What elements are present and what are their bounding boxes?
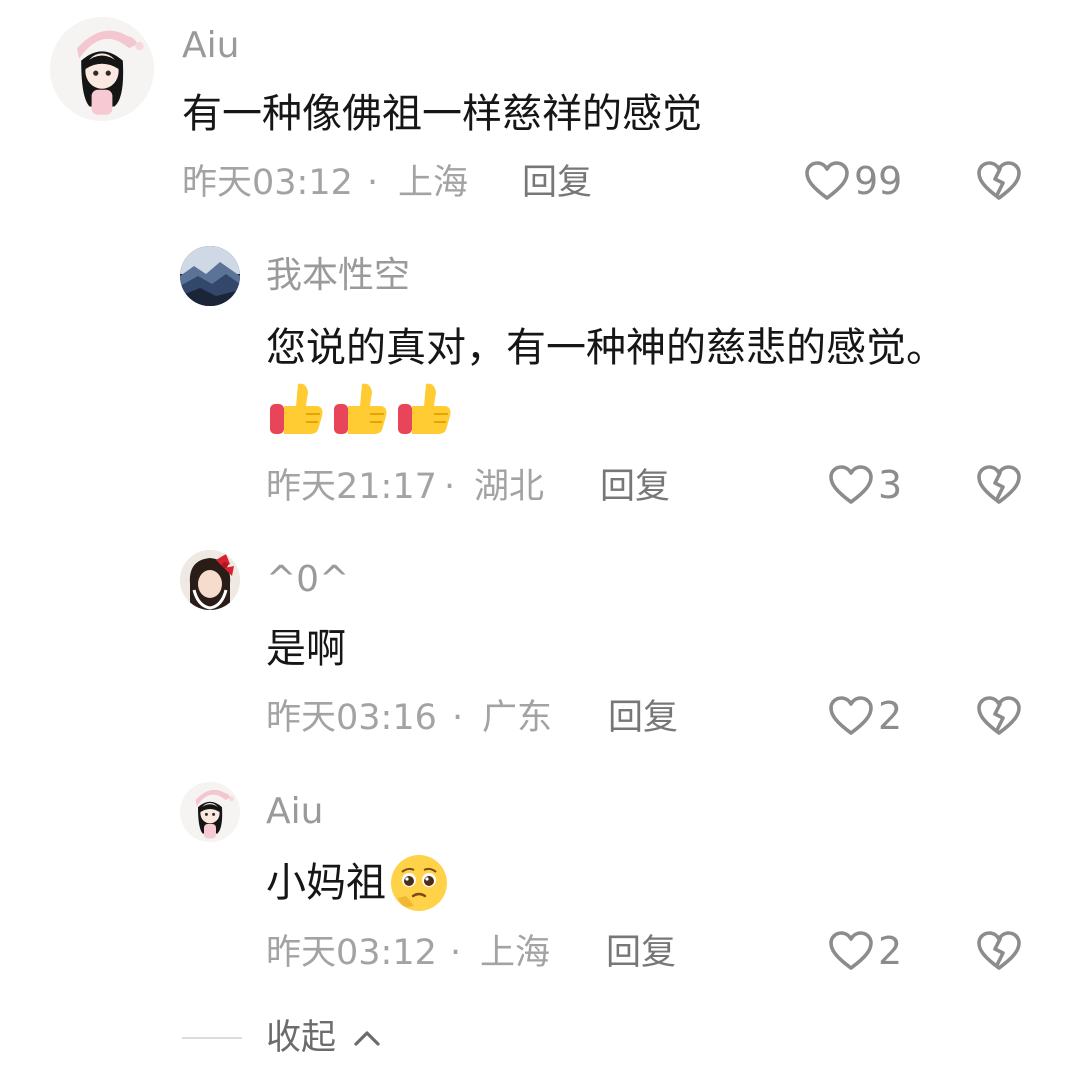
meta-separator: · — [452, 698, 464, 738]
dislike-button[interactable] — [976, 464, 1022, 506]
avatar-girl-pink-hat-icon — [50, 17, 154, 121]
thumbs-up-emoji-icon — [266, 378, 326, 440]
like-button[interactable]: 2 — [828, 930, 902, 972]
reply-button[interactable]: 回复 — [522, 163, 592, 203]
dislike-button[interactable] — [976, 930, 1022, 972]
dislike-button[interactable] — [976, 160, 1022, 202]
like-count: 2 — [878, 929, 903, 973]
avatar[interactable] — [180, 246, 240, 306]
comment-time: 昨天03:12 — [266, 933, 437, 973]
pleading-face-emoji-icon — [388, 852, 450, 914]
reply-button[interactable]: 回复 — [600, 467, 670, 507]
comment-text: 有一种像佛祖一样慈祥的感觉 — [182, 91, 702, 137]
comment-location: 上海 — [480, 933, 551, 973]
comment-time: 昨天03:12 — [182, 163, 353, 203]
avatar[interactable] — [50, 17, 154, 121]
comment-username[interactable]: Aiu — [182, 26, 239, 66]
like-count: 99 — [854, 159, 903, 203]
heart-outline-icon — [829, 931, 873, 970]
like-button[interactable]: 2 — [828, 695, 902, 737]
thumbs-up-emoji-icon — [394, 378, 454, 440]
thumbs-up-emoji-icon — [330, 378, 390, 440]
broken-heart-icon — [977, 465, 1021, 504]
comment-username[interactable]: ^0^ — [266, 560, 349, 600]
emoji-thumbs-up-row — [266, 378, 454, 440]
like-button[interactable]: 99 — [804, 160, 902, 202]
reply-button[interactable]: 回复 — [606, 933, 676, 973]
like-count: 2 — [878, 694, 903, 738]
collapse-divider — [182, 1037, 242, 1039]
comment-location: 广东 — [482, 698, 553, 738]
dislike-button[interactable] — [976, 695, 1022, 737]
avatar-girl-pink-hat-icon — [180, 782, 240, 842]
heart-outline-icon — [829, 696, 873, 735]
comment-text: 小妈祖 — [266, 860, 386, 906]
avatar-girl-red-bow-icon — [180, 550, 240, 610]
comment-time: 昨天03:16 — [266, 698, 437, 738]
like-count: 3 — [878, 463, 903, 507]
reply-button[interactable]: 回复 — [608, 698, 678, 738]
heart-outline-icon — [805, 161, 849, 200]
comment-text: 是啊 — [266, 626, 346, 672]
meta-separator: · — [444, 467, 456, 507]
heart-outline-icon — [829, 465, 873, 504]
comment-time: 昨天21:17 — [266, 467, 437, 507]
comment-text-row: 小妈祖 — [266, 852, 450, 914]
avatar-mountain-landscape-icon — [180, 246, 240, 306]
like-button[interactable]: 3 — [828, 464, 902, 506]
comment-location: 上海 — [398, 163, 469, 203]
collapse-replies-button[interactable]: 收起 — [266, 1018, 336, 1058]
comment-text: 您说的真对，有一种神的慈悲的感觉。 — [266, 325, 946, 371]
comment-username[interactable]: Aiu — [266, 792, 323, 832]
broken-heart-icon — [977, 161, 1021, 200]
broken-heart-icon — [977, 696, 1021, 735]
avatar[interactable] — [180, 550, 240, 610]
broken-heart-icon — [977, 931, 1021, 970]
meta-separator: · — [367, 163, 379, 203]
comment-username[interactable]: 我本性空 — [266, 256, 410, 296]
comment-location: 湖北 — [474, 467, 545, 507]
avatar[interactable] — [180, 782, 240, 842]
chevron-up-icon[interactable] — [352, 1024, 382, 1050]
meta-separator: · — [450, 933, 462, 973]
